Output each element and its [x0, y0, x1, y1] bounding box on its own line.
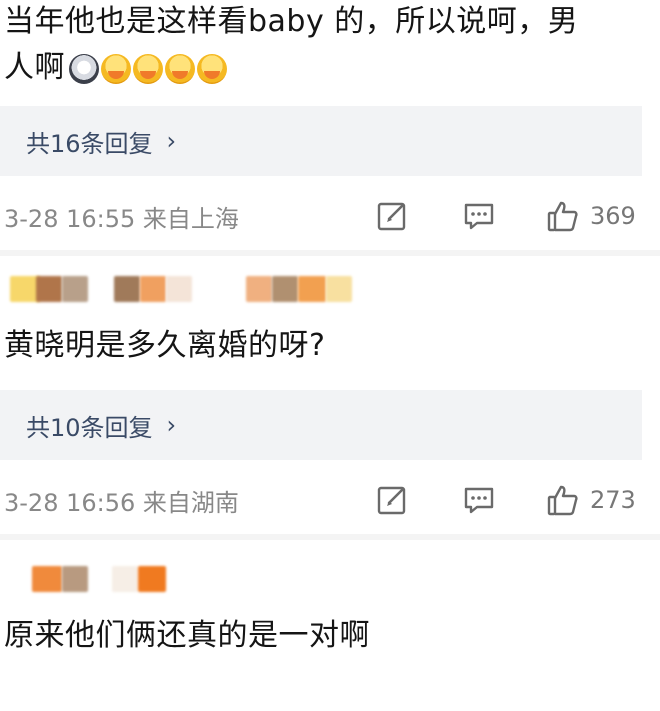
censor-block	[32, 566, 62, 592]
censor-block	[112, 566, 138, 592]
comment-2-text: 黄晓明是多久离婚的呀?	[4, 328, 326, 363]
like-button[interactable]: 273	[546, 480, 636, 520]
censor-block	[272, 276, 298, 302]
view-replies-button[interactable]: 共10条回复 ›	[0, 390, 642, 460]
comment-button[interactable]	[462, 480, 496, 520]
edit-icon	[377, 202, 406, 231]
hug-emoji-icon	[101, 53, 131, 84]
edit-icon	[377, 486, 406, 515]
censor-block	[62, 566, 88, 592]
repost-button[interactable]	[376, 480, 410, 520]
view-replies-button[interactable]: 共16条回复 ›	[0, 106, 642, 176]
repost-button[interactable]	[376, 196, 410, 236]
thumbs-up-icon	[547, 485, 578, 516]
comment-1-text-line-2: 人啊	[4, 48, 227, 88]
comment-3-text: 原来他们俩还真的是一对啊	[4, 618, 370, 653]
chevron-right-icon: ›	[166, 127, 177, 155]
censor-block	[114, 276, 140, 302]
comment-divider	[0, 250, 660, 256]
reply-count-label: 共10条回复	[26, 413, 153, 442]
censor-block	[298, 276, 326, 302]
chevron-right-icon: ›	[166, 411, 177, 439]
censor-block	[326, 276, 352, 302]
comment-button[interactable]	[462, 196, 496, 236]
shock-emoji-icon	[69, 53, 99, 84]
comment-2-meta-row: 3-28 16:56 来自湖南 273	[0, 480, 660, 520]
hug-emoji-icon	[197, 53, 227, 84]
thumbs-up-icon	[547, 201, 578, 232]
comment-icon	[464, 487, 494, 514]
comment-icon	[464, 203, 494, 230]
censor-block	[138, 566, 166, 592]
comment-1-text-line-2-label: 人啊	[4, 50, 65, 85]
comment-1-text-line-1: 当年他也是这样看baby 的，所以说呵，男	[4, 4, 579, 39]
hug-emoji-icon	[165, 53, 195, 84]
like-count: 369	[590, 202, 636, 230]
reply-count-label: 共16条回复	[26, 129, 153, 158]
censored-username	[0, 276, 660, 306]
censor-block	[62, 276, 88, 302]
comment-divider	[0, 534, 660, 540]
comment-timestamp-location: 3-28 16:55 来自上海	[4, 204, 239, 233]
censor-block	[36, 276, 62, 302]
censor-block	[166, 276, 192, 302]
like-button[interactable]: 369	[546, 196, 636, 236]
censor-block	[246, 276, 272, 302]
emoji-row	[69, 53, 227, 84]
hug-emoji-icon	[133, 53, 163, 84]
comment-1-meta-row: 3-28 16:55 来自上海 369	[0, 196, 660, 236]
censored-username	[0, 566, 660, 596]
censor-block	[140, 276, 166, 302]
comment-timestamp-location: 3-28 16:56 来自湖南	[4, 488, 239, 517]
like-count: 273	[590, 486, 636, 514]
